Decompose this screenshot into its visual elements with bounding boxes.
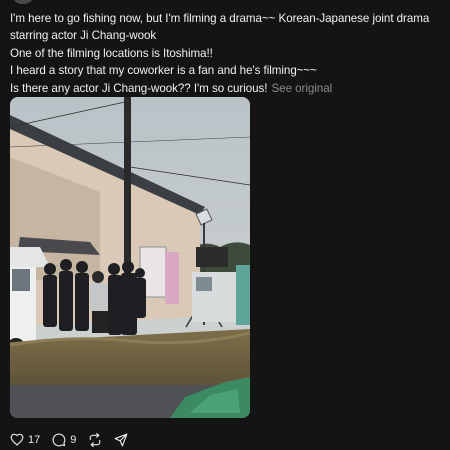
avatar[interactable] bbox=[12, 0, 34, 4]
like-count: 17 bbox=[28, 434, 41, 446]
post-text-line: Is there any actor Ji Chang-wook?? I'm s… bbox=[10, 81, 268, 95]
comment-button[interactable]: 9 bbox=[52, 433, 76, 447]
post-text-line: I heard a story that my coworker is a fa… bbox=[10, 64, 317, 78]
filming-scene-photo bbox=[10, 97, 250, 418]
comment-count: 9 bbox=[70, 434, 77, 446]
post-actions-bar: 17 9 bbox=[10, 430, 140, 450]
see-original-link[interactable]: See original bbox=[271, 82, 332, 95]
comment-bubble-icon bbox=[52, 433, 66, 447]
like-button[interactable]: 17 bbox=[10, 433, 40, 447]
repost-button[interactable] bbox=[88, 433, 102, 447]
post-container: I'm here to go fishing now, but I'm film… bbox=[0, 0, 450, 450]
repost-icon bbox=[90, 433, 101, 447]
share-button[interactable] bbox=[114, 433, 128, 447]
post-text-line: One of the filming locations is Itoshima… bbox=[10, 46, 213, 60]
post-text-last-line: Is there any actor Ji Chang-wook?? I'm s… bbox=[10, 80, 446, 97]
heart-icon bbox=[10, 433, 24, 446]
post-text: I'm here to go fishing now, but I'm film… bbox=[10, 10, 446, 97]
post-photo[interactable] bbox=[10, 97, 250, 418]
post-text-line: I'm here to go fishing now, but I'm film… bbox=[10, 12, 430, 25]
share-send-icon bbox=[114, 433, 128, 447]
post-text-line: starring actor Ji Chang-wook bbox=[10, 29, 157, 43]
